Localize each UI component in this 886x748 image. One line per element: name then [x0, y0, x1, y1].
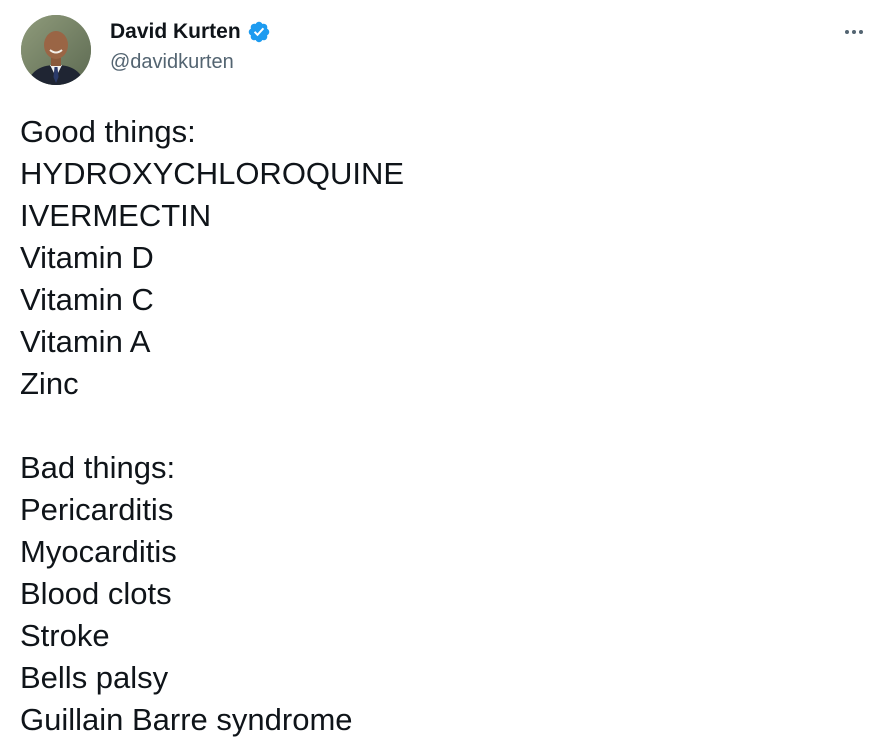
good-item: Zinc: [20, 366, 79, 401]
author-name-row[interactable]: David Kurten: [110, 19, 271, 45]
bad-item: Pericarditis: [20, 492, 174, 527]
tweet-text: Good things: HYDROXYCHLOROQUINE IVERMECT…: [20, 111, 404, 741]
good-item: Vitamin D: [20, 240, 154, 275]
display-name[interactable]: David Kurten: [110, 19, 241, 45]
good-item: Vitamin C: [20, 282, 154, 317]
verified-badge-icon: [247, 20, 271, 44]
author-handle[interactable]: @davidkurten: [110, 50, 234, 74]
bad-item: Bells palsy: [20, 660, 169, 695]
good-item: HYDROXYCHLOROQUINE: [20, 156, 405, 191]
bad-things-header: Bad things:: [20, 450, 176, 485]
more-options-icon[interactable]: [836, 20, 872, 44]
good-item: Vitamin A: [20, 324, 151, 359]
good-item: IVERMECTIN: [20, 198, 212, 233]
bad-item: Stroke: [20, 618, 110, 653]
avatar[interactable]: [21, 15, 91, 85]
bad-item: Guillain Barre syndrome: [20, 702, 353, 737]
tweet: David Kurten @davidkurten Good things: H…: [0, 0, 886, 748]
bad-item: Blood clots: [20, 576, 172, 611]
good-things-header: Good things:: [20, 114, 196, 149]
bad-item: Myocarditis: [20, 534, 177, 569]
